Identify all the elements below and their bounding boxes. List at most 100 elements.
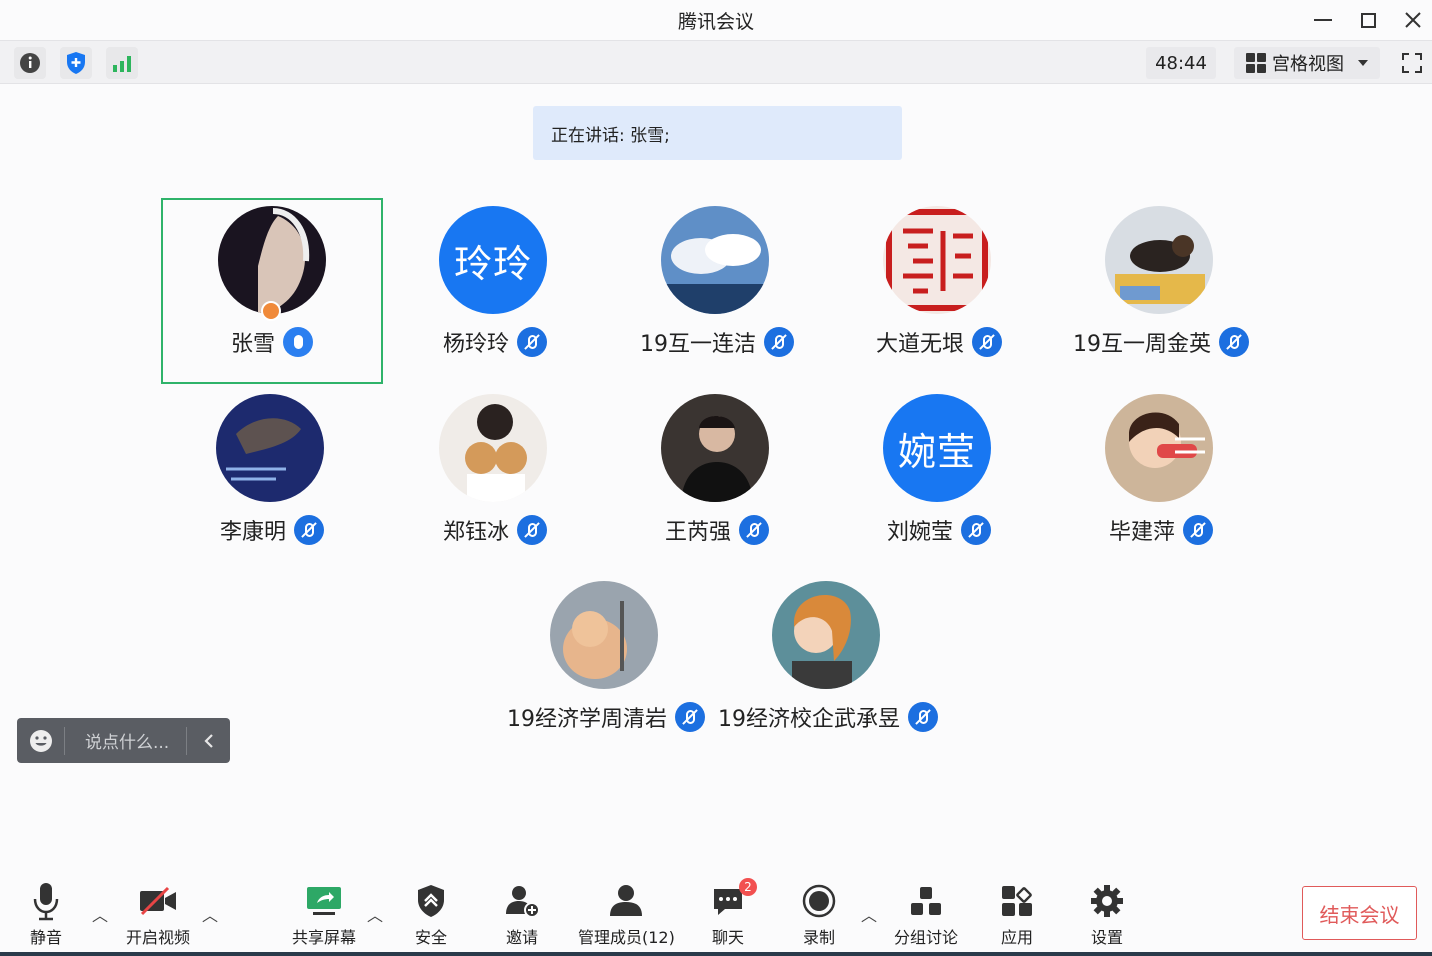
bottom-control-bar: 静音 ︿ 开启视频 ︿ 共享屏幕 ︿ 安全 邀请 管理成员(12) 2 聊天 录… bbox=[0, 870, 1432, 956]
mic-muted-icon bbox=[294, 515, 324, 545]
record-icon bbox=[802, 884, 836, 918]
participant-name-row: 19经济校企武承昱 bbox=[717, 701, 939, 733]
participant-name: 刘婉莹 bbox=[886, 520, 953, 545]
maximize-icon bbox=[1360, 12, 1376, 28]
close-button[interactable] bbox=[1398, 6, 1428, 34]
mic-muted-icon bbox=[908, 702, 938, 732]
mic-muted-icon bbox=[1183, 515, 1213, 545]
breakout-rooms-button[interactable]: 分组讨论 bbox=[894, 880, 958, 948]
participant-name: 王芮强 bbox=[664, 520, 731, 545]
security-label: 安全 bbox=[415, 928, 448, 947]
participant-tile[interactable]: 玲玲 杨玲玲 bbox=[384, 198, 606, 384]
apps-icon bbox=[1002, 886, 1032, 916]
avatar bbox=[883, 206, 991, 314]
mic-muted-icon bbox=[1219, 327, 1249, 357]
participant-name-row: 杨玲玲 bbox=[384, 326, 606, 358]
share-screen-label: 共享屏幕 bbox=[292, 928, 357, 947]
chat-button[interactable]: 2 聊天 bbox=[711, 878, 757, 948]
fullscreen-button[interactable] bbox=[1396, 47, 1428, 79]
maximize-button[interactable] bbox=[1353, 6, 1383, 34]
network-button[interactable] bbox=[106, 47, 138, 79]
participant-name-row: 张雪 bbox=[163, 326, 381, 358]
encryption-button[interactable] bbox=[60, 47, 92, 79]
participant-name: 19经济校企武承昱 bbox=[718, 707, 900, 732]
chevron-down-icon bbox=[1358, 60, 1368, 66]
participant-tile[interactable]: 婉莹 刘婉莹 bbox=[828, 386, 1050, 572]
invite-button[interactable]: 邀请 bbox=[504, 880, 540, 948]
end-meeting-button[interactable]: 结束会议 bbox=[1302, 886, 1417, 940]
record-label: 录制 bbox=[802, 928, 835, 947]
participant-name-row: 19经济学周清岩 bbox=[495, 701, 717, 733]
participant-name-row: 王芮强 bbox=[606, 514, 828, 546]
participant-tile[interactable]: 毕建萍 bbox=[1050, 386, 1272, 572]
minimize-button[interactable] bbox=[1308, 6, 1338, 34]
mute-button[interactable]: 静音 bbox=[30, 880, 62, 948]
security-button[interactable]: 安全 bbox=[415, 880, 447, 948]
participant-tile[interactable]: 19互一周金英 bbox=[1050, 198, 1272, 384]
info-button[interactable] bbox=[14, 47, 46, 79]
record-button[interactable]: 录制 bbox=[802, 880, 836, 948]
record-options-chevron-up-icon[interactable]: ︿ bbox=[861, 902, 877, 926]
share-options-chevron-up-icon[interactable]: ︿ bbox=[367, 902, 383, 926]
microphone-icon bbox=[33, 883, 59, 921]
participant-name: 毕建萍 bbox=[1108, 520, 1175, 545]
participant-tile[interactable]: 大道无垠 bbox=[828, 198, 1050, 384]
breakout-rooms-icon bbox=[911, 887, 941, 915]
participant-name: 大道无垠 bbox=[875, 332, 964, 357]
participant-name-row: 郑钰冰 bbox=[384, 514, 606, 546]
share-screen-button[interactable]: 共享屏幕 bbox=[292, 880, 356, 948]
chat-unread-badge: 2 bbox=[739, 878, 757, 896]
settings-button[interactable]: 设置 bbox=[1090, 880, 1124, 948]
collapse-chat-button[interactable] bbox=[186, 726, 230, 755]
apps-button[interactable]: 应用 bbox=[1000, 880, 1034, 948]
meeting-toolbar: 48:44 宫格视图 bbox=[0, 40, 1432, 84]
mute-options-chevron-up-icon[interactable]: ︿ bbox=[92, 902, 108, 926]
view-mode-dropdown[interactable]: 宫格视图 bbox=[1234, 47, 1380, 79]
avatar bbox=[1105, 206, 1213, 314]
participant-tile[interactable]: 王芮强 bbox=[606, 386, 828, 572]
participant-name: 张雪 bbox=[230, 332, 275, 357]
participant-tile[interactable]: 19经济校企武承昱 bbox=[717, 573, 939, 759]
breakout-rooms-label: 分组讨论 bbox=[894, 928, 959, 947]
apps-label: 应用 bbox=[1000, 928, 1033, 947]
participant-name-row: 大道无垠 bbox=[828, 326, 1050, 358]
mic-muted-icon bbox=[517, 515, 547, 545]
participant-name-row: 19互一周金英 bbox=[1050, 326, 1272, 358]
participant-name: 19互一连洁 bbox=[640, 332, 756, 357]
participant-tile[interactable]: 张雪 bbox=[161, 198, 383, 384]
avatar bbox=[550, 581, 658, 689]
info-icon bbox=[20, 53, 40, 73]
mic-muted-icon bbox=[517, 327, 547, 357]
participant-tile[interactable]: 19经济学周清岩 bbox=[495, 573, 717, 759]
emoji-button[interactable] bbox=[17, 726, 65, 755]
participant-name: 郑钰冰 bbox=[442, 520, 509, 545]
window-title: 腾讯会议 bbox=[677, 11, 754, 33]
fullscreen-icon bbox=[1402, 53, 1422, 73]
members-icon bbox=[610, 885, 643, 916]
close-icon bbox=[1405, 12, 1421, 28]
title-bar: 腾讯会议 bbox=[0, 0, 1432, 40]
speaking-text: 正在讲话: 张雪; bbox=[551, 125, 670, 146]
mic-muted-icon bbox=[972, 327, 1002, 357]
chat-placeholder[interactable]: 说点什么... bbox=[65, 728, 186, 753]
chat-input-bar[interactable]: 说点什么... bbox=[17, 718, 230, 763]
start-video-label: 开启视频 bbox=[126, 928, 191, 947]
speaking-banner: 正在讲话: 张雪; bbox=[533, 106, 902, 160]
avatar bbox=[218, 206, 326, 314]
settings-label: 设置 bbox=[1090, 928, 1123, 947]
participant-name: 杨玲玲 bbox=[442, 332, 509, 357]
manage-members-button[interactable]: 管理成员(12) bbox=[578, 880, 675, 948]
video-options-chevron-up-icon[interactable]: ︿ bbox=[202, 902, 218, 926]
avatar bbox=[661, 206, 769, 314]
participant-tile[interactable]: 郑钰冰 bbox=[384, 386, 606, 572]
participant-name-row: 李康明 bbox=[161, 514, 383, 546]
video-off-icon bbox=[140, 886, 176, 916]
participant-tile[interactable]: 李康明 bbox=[161, 386, 383, 572]
participant-tile[interactable]: 19互一连洁 bbox=[606, 198, 828, 384]
participant-name-row: 毕建萍 bbox=[1050, 514, 1272, 546]
avatar bbox=[1105, 394, 1213, 502]
minimize-icon bbox=[1314, 19, 1332, 21]
start-video-button[interactable]: 开启视频 bbox=[126, 880, 190, 948]
avatar bbox=[216, 394, 324, 502]
participant-name: 19经济学周清岩 bbox=[507, 707, 667, 732]
